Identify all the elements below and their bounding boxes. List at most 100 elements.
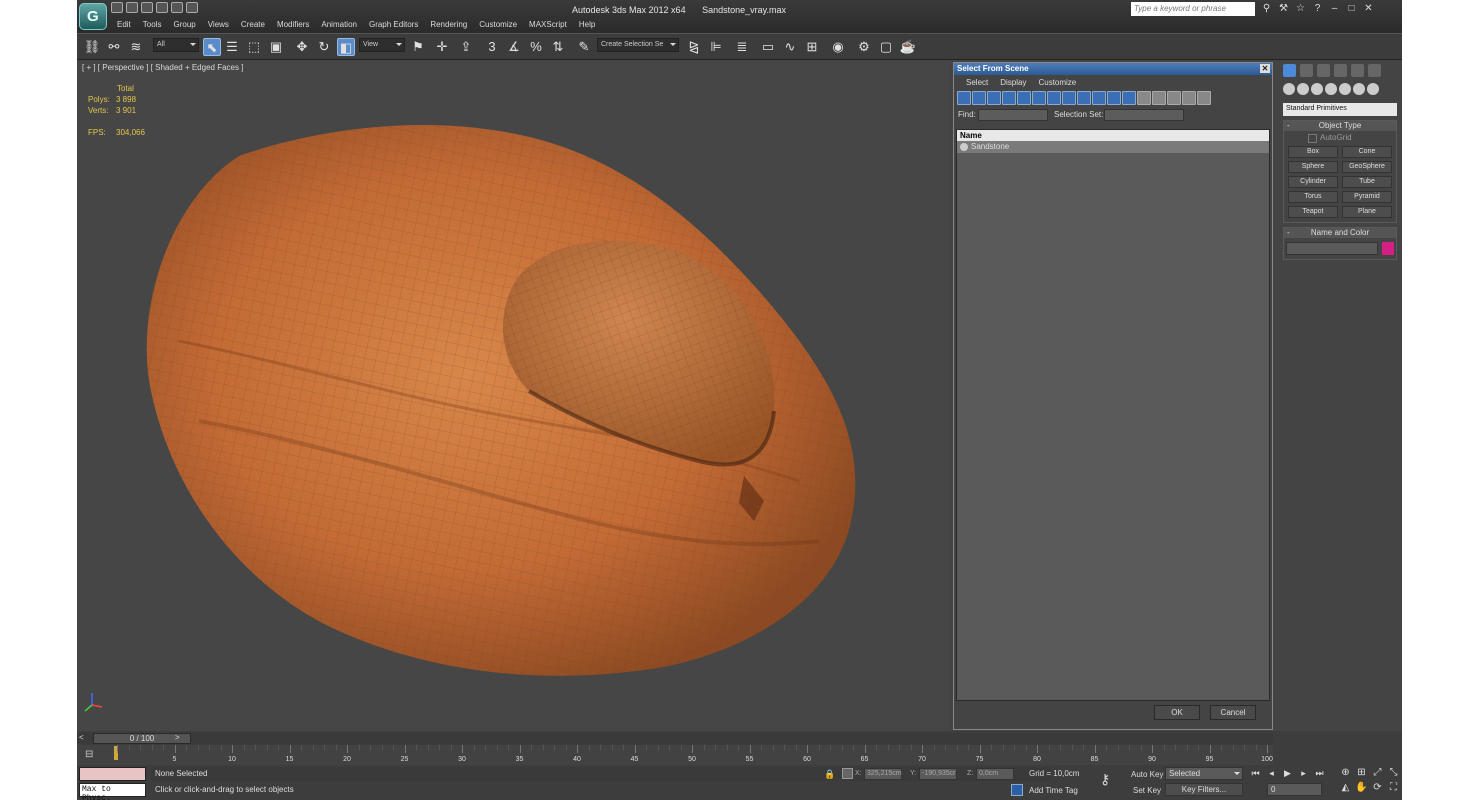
primitive-type-dropdown[interactable]: Standard Primitives [1283, 103, 1397, 116]
rotate-icon[interactable]: ↻ [315, 38, 333, 56]
cylinder-button[interactable]: Cylinder [1288, 176, 1338, 188]
close-icon[interactable]: ✕ [1363, 3, 1374, 14]
x-field[interactable]: 325,215cm [864, 768, 902, 780]
maximize-viewport-icon[interactable]: ⛶ [1387, 782, 1400, 794]
sphere-button[interactable]: Sphere [1288, 161, 1338, 173]
auto-key-button[interactable]: Auto Key [1131, 770, 1163, 779]
menu-group[interactable]: Group [167, 19, 201, 31]
play-icon[interactable]: ▶ [1281, 767, 1294, 779]
zoom-extents-all-icon[interactable]: ⤡ [1387, 767, 1400, 779]
current-frame-field[interactable]: 0 [1267, 783, 1322, 796]
time-slider[interactable]: < 0 / 100 > [77, 733, 1273, 744]
tools-icon[interactable]: ⚒ [1278, 3, 1289, 14]
create-tab-icon[interactable] [1283, 64, 1296, 77]
unlink-icon[interactable]: ⚯ [105, 38, 123, 56]
open-icon[interactable] [126, 2, 138, 13]
helpers-icon[interactable] [1339, 83, 1351, 95]
maximize-icon[interactable]: □ [1346, 3, 1357, 14]
ribbon-icon[interactable]: ▭ [759, 38, 777, 56]
display-geometry-icon[interactable] [957, 91, 971, 105]
hierarchy-tab-icon[interactable] [1317, 64, 1330, 77]
zoom-icon[interactable]: ⊕ [1339, 767, 1352, 779]
material-editor-icon[interactable]: ◉ [829, 38, 847, 56]
zoom-extents-icon[interactable]: ⤢ [1371, 767, 1384, 779]
new-icon[interactable] [111, 2, 123, 13]
dialog-menu-select[interactable]: Select [960, 78, 994, 87]
select-by-name-icon[interactable]: ☰ [223, 38, 241, 56]
find-input[interactable] [978, 109, 1048, 121]
cancel-button[interactable]: Cancel [1210, 705, 1256, 720]
spinner-snap-icon[interactable]: ⇅ [549, 38, 567, 56]
time-tag-icon[interactable] [1011, 784, 1023, 796]
binoculars-icon[interactable]: ⚲ [1261, 3, 1272, 14]
next-frame-icon[interactable]: ▸ [1297, 767, 1310, 779]
display-containers-icon[interactable] [1092, 91, 1106, 105]
dialog-menu-display[interactable]: Display [994, 78, 1032, 87]
teapot-button[interactable]: Teapot [1288, 206, 1338, 218]
rendered-frame-icon[interactable]: ▢ [877, 38, 895, 56]
z-field[interactable]: 0,0cm [976, 768, 1014, 780]
maxscript-listener[interactable]: Max to Physc. [79, 783, 146, 800]
link-icon[interactable]: ⛓ [83, 38, 101, 56]
display-bones-icon[interactable] [1077, 91, 1091, 105]
object-color-swatch[interactable] [1382, 242, 1394, 255]
display-xrefs-icon[interactable] [1062, 91, 1076, 105]
selection-filter-dropdown[interactable]: All [153, 38, 199, 52]
edit-named-sets-icon[interactable]: ✎ [575, 38, 593, 56]
motion-tab-icon[interactable] [1334, 64, 1347, 77]
display-helpers-icon[interactable] [1017, 91, 1031, 105]
shapes-icon[interactable] [1297, 83, 1309, 95]
menu-rendering[interactable]: Rendering [424, 19, 473, 31]
goto-start-icon[interactable]: ⏮ [1249, 767, 1262, 779]
display-none-icon[interactable] [1152, 91, 1166, 105]
menu-maxscript[interactable]: MAXScript [523, 19, 573, 31]
menu-animation[interactable]: Animation [315, 19, 363, 31]
modify-tab-icon[interactable] [1300, 64, 1313, 77]
select-object-icon[interactable]: ⬉ [203, 38, 221, 56]
key-mode-dropdown[interactable]: Selected [1165, 767, 1243, 780]
display-shapes-icon[interactable] [972, 91, 986, 105]
zoom-all-icon[interactable]: ⊞ [1355, 767, 1368, 779]
minimize-icon[interactable]: – [1329, 3, 1340, 14]
y-field[interactable]: -190,935cr [919, 768, 957, 780]
dialog-menu-customize[interactable]: Customize [1032, 78, 1082, 87]
menu-edit[interactable]: Edit [111, 19, 137, 31]
window-crossing-icon[interactable]: ▣ [267, 38, 285, 56]
name-column-header[interactable]: Name [957, 130, 1269, 141]
geometry-icon[interactable] [1283, 83, 1295, 95]
torus-button[interactable]: Torus [1288, 191, 1338, 203]
undo-icon[interactable] [156, 2, 168, 13]
perspective-viewport[interactable]: [ + ] [ Perspective ] [ Shaded + Edged F… [79, 61, 950, 731]
cone-button[interactable]: Cone [1342, 146, 1392, 158]
viewport-label[interactable]: [ + ] [ Perspective ] [ Shaded + Edged F… [82, 63, 243, 72]
display-all-icon[interactable] [1137, 91, 1151, 105]
search-input[interactable]: Type a keyword or phrase [1131, 2, 1255, 16]
lock-icon[interactable]: 🔒 [824, 769, 835, 780]
display-tab-icon[interactable] [1351, 64, 1364, 77]
prev-frame-icon[interactable]: ◂ [1265, 767, 1278, 779]
utilities-tab-icon[interactable] [1368, 64, 1381, 77]
display-hidden-icon[interactable] [1122, 91, 1136, 105]
filter-icon[interactable] [1197, 91, 1211, 105]
ok-button[interactable]: OK [1154, 705, 1200, 720]
display-cameras-icon[interactable] [1002, 91, 1016, 105]
rect-selection-icon[interactable]: ⬚ [245, 38, 263, 56]
maxscript-listener-top[interactable] [79, 767, 146, 781]
percent-snap-icon[interactable]: % [527, 38, 545, 56]
render-setup-icon[interactable]: ⚙ [855, 38, 873, 56]
snap-toggle-icon[interactable]: 3 [483, 38, 501, 56]
display-invert-icon[interactable] [1167, 91, 1181, 105]
star-icon[interactable]: ☆ [1295, 3, 1306, 14]
pyramid-button[interactable]: Pyramid [1342, 191, 1392, 203]
menu-modifiers[interactable]: Modifiers [271, 19, 315, 31]
cameras-icon[interactable] [1325, 83, 1337, 95]
angle-snap-icon[interactable]: ∡ [505, 38, 523, 56]
menu-customize[interactable]: Customize [473, 19, 523, 31]
sync-selection-icon[interactable] [1182, 91, 1196, 105]
menu-views[interactable]: Views [202, 19, 235, 31]
layers-icon[interactable]: ≣ [733, 38, 751, 56]
systems-icon[interactable] [1367, 83, 1379, 95]
absolute-mode-icon[interactable] [842, 768, 853, 779]
scale-icon[interactable]: ◧ [337, 38, 355, 56]
set-key-button[interactable]: Set Key [1133, 786, 1161, 795]
